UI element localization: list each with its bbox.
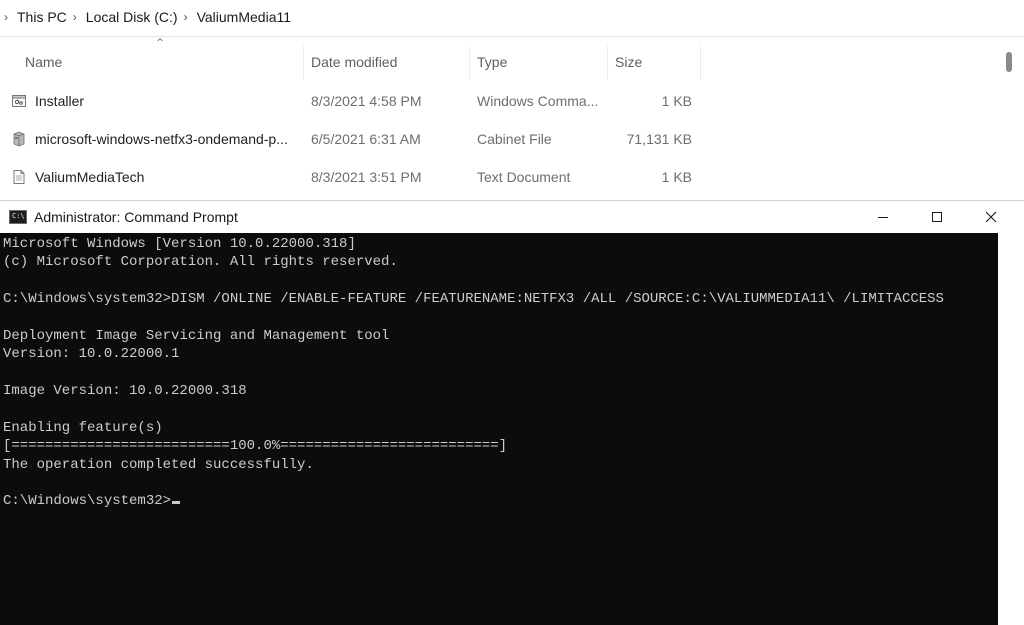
scrollbar-thumb[interactable] bbox=[1006, 52, 1012, 72]
close-icon bbox=[985, 211, 997, 223]
console-line: Version: 10.0.22000.1 bbox=[3, 346, 180, 363]
minimize-button[interactable] bbox=[856, 201, 910, 233]
vertical-scrollbar[interactable] bbox=[998, 233, 1024, 625]
console-line: Image Version: 10.0.22000.318 bbox=[3, 383, 247, 400]
title-bar[interactable]: C:\ Administrator: Command Prompt bbox=[0, 200, 1024, 233]
file-size: 1 KB bbox=[661, 93, 692, 109]
breadcrumb-current-folder[interactable]: ValiumMedia11 bbox=[197, 9, 291, 25]
file-name: Installer bbox=[35, 93, 85, 109]
file-name: ValiumMediaTech bbox=[35, 169, 145, 185]
column-headers: ⌃ Name Date modified Type Size bbox=[0, 36, 1024, 80]
chevron-right-icon: › bbox=[4, 10, 8, 24]
console-line: C:\Windows\system32>DISM /ONLINE /ENABLE… bbox=[3, 291, 944, 308]
minimize-icon bbox=[878, 217, 888, 218]
command-prompt-window: C:\ Administrator: Command Prompt Micros… bbox=[0, 200, 1024, 625]
file-row[interactable]: ValiumMediaTech 8/3/2021 3:51 PM Text Do… bbox=[0, 158, 1024, 196]
console-line: The operation completed successfully. bbox=[3, 456, 314, 473]
script-file-icon bbox=[12, 95, 26, 107]
maximize-button[interactable] bbox=[910, 201, 964, 233]
window-title: Administrator: Command Prompt bbox=[34, 209, 238, 225]
cabinet-file-icon bbox=[13, 131, 25, 147]
file-date: 8/3/2021 4:58 PM bbox=[311, 93, 422, 109]
console-line: (c) Microsoft Corporation. All rights re… bbox=[3, 254, 398, 271]
file-explorer-window: › This PC › Local Disk (C:) › ValiumMedi… bbox=[0, 0, 1024, 200]
breadcrumb-this-pc[interactable]: This PC bbox=[17, 9, 67, 25]
file-size: 1 KB bbox=[661, 169, 692, 185]
column-header-size[interactable]: Size bbox=[615, 44, 642, 80]
breadcrumb-local-disk[interactable]: Local Disk (C:) bbox=[86, 9, 178, 25]
command-prompt-icon[interactable]: C:\ bbox=[9, 210, 27, 224]
divider bbox=[0, 36, 1024, 37]
file-row[interactable]: microsoft-windows-netfx3-ondemand-p... 6… bbox=[0, 120, 1024, 158]
console-line: Deployment Image Servicing and Managemen… bbox=[3, 327, 390, 344]
text-file-icon bbox=[13, 170, 25, 184]
column-divider[interactable] bbox=[700, 46, 701, 80]
prompt-text: C:\Windows\system32> bbox=[3, 493, 172, 510]
console-line: [==========================100.0%=======… bbox=[3, 438, 508, 455]
file-size: 71,131 KB bbox=[626, 131, 692, 147]
file-row[interactable]: Installer 8/3/2021 4:58 PM Windows Comma… bbox=[0, 82, 1024, 120]
column-divider[interactable] bbox=[469, 46, 470, 80]
file-type: Windows Comma... bbox=[477, 93, 599, 109]
console-line: Microsoft Windows [Version 10.0.22000.31… bbox=[3, 236, 356, 252]
column-divider[interactable] bbox=[607, 46, 608, 80]
close-button[interactable] bbox=[964, 201, 1018, 233]
column-divider[interactable] bbox=[303, 46, 304, 80]
file-name: microsoft-windows-netfx3-ondemand-p... bbox=[35, 131, 288, 147]
file-date: 6/5/2021 6:31 AM bbox=[311, 131, 421, 147]
console-output[interactable]: Microsoft Windows [Version 10.0.22000.31… bbox=[0, 233, 998, 625]
console-line: Enabling feature(s) bbox=[3, 419, 163, 436]
column-header-name[interactable]: Name bbox=[25, 44, 62, 80]
text-cursor bbox=[172, 501, 181, 505]
breadcrumb: › This PC › Local Disk (C:) › ValiumMedi… bbox=[0, 0, 1024, 34]
column-header-type[interactable]: Type bbox=[477, 44, 507, 80]
chevron-right-icon: › bbox=[72, 10, 77, 24]
sort-ascending-icon: ⌃ bbox=[155, 36, 166, 50]
command-prompt-line[interactable]: C:\Windows\system32> bbox=[3, 492, 944, 510]
file-type: Cabinet File bbox=[477, 131, 552, 147]
chevron-right-icon: › bbox=[183, 10, 188, 24]
file-type: Text Document bbox=[477, 169, 571, 185]
file-date: 8/3/2021 3:51 PM bbox=[311, 169, 422, 185]
maximize-icon bbox=[932, 212, 942, 222]
column-header-date[interactable]: Date modified bbox=[311, 44, 397, 80]
